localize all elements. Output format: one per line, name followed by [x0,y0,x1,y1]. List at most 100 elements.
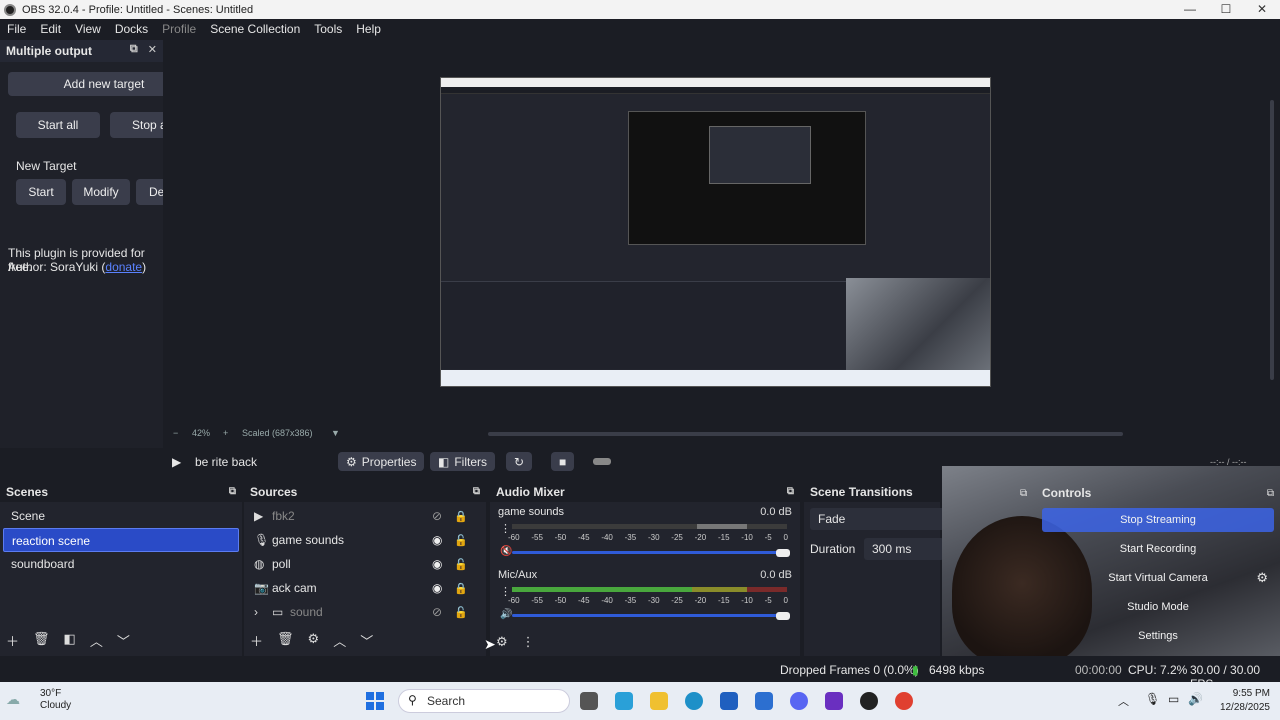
volume-slider[interactable] [512,551,780,554]
network-icon[interactable]: ▭ [1168,692,1179,706]
muted-speaker-icon[interactable]: 🔇 [500,546,512,557]
duration-input[interactable]: 300 ms [864,538,944,560]
taskbar-clock[interactable]: 9:55 PM 12/28/2025 [1220,687,1270,715]
menu-tools[interactable]: Tools [307,22,349,36]
chevron-right-icon[interactable]: › [254,605,272,619]
source-item[interactable]: › ▭ sound ⊘ 🔓 [244,600,486,624]
target-delete-button[interactable]: De [136,179,163,205]
menu-docks[interactable]: Docks [108,22,155,36]
float-dock-icon[interactable]: ⧉ [130,43,138,56]
float-dock-icon[interactable]: ⧉ [473,486,480,497]
start-virtual-camera-button[interactable]: Start Virtual Camera [1042,566,1274,590]
eye-icon[interactable]: ◉ [432,581,442,595]
source-item[interactable]: ▶ fbk2 ⊘ 🔒 [244,504,486,528]
virtual-camera-settings-icon[interactable]: ⚙ [1256,570,1268,586]
volume-slider[interactable] [512,614,780,617]
trash-icon[interactable]: 🗑 [277,631,294,650]
file-explorer-icon[interactable] [650,692,668,710]
speaker-icon[interactable]: 🔊 [500,609,512,620]
scene-item[interactable]: Scene [3,504,239,528]
edge-icon[interactable] [685,692,703,710]
start-button[interactable] [366,692,384,710]
tray-chevron-icon[interactable]: ︿ [1118,693,1129,709]
zoom-in-icon[interactable]: + [223,428,228,438]
zoom-out-icon[interactable]: − [173,428,178,438]
filters-icon[interactable]: ◧ [64,631,76,650]
eye-hidden-icon[interactable]: ⊘ [432,509,442,523]
trash-icon[interactable]: 🗑 [33,631,50,650]
float-dock-icon[interactable]: ⧉ [787,486,794,497]
volume-icon[interactable]: 🔊 [1188,692,1203,706]
float-dock-icon[interactable]: ⧉ [1020,488,1027,499]
lock-icon[interactable]: 🔓 [454,534,468,547]
lock-icon[interactable]: 🔒 [454,510,468,523]
lock-icon[interactable]: 🔒 [454,582,468,595]
transition-select[interactable]: Fade [810,508,950,530]
menu-file[interactable]: File [0,22,33,36]
target-modify-button[interactable]: Modify [72,179,130,205]
stop-streaming-button[interactable]: Stop Streaming [1042,508,1274,532]
target-start-button[interactable]: Start [16,179,66,205]
studio-mode-button[interactable]: Studio Mode [1042,595,1274,619]
taskbar-search[interactable]: Search [398,689,570,713]
volume-slider-handle[interactable] [776,612,790,620]
obs-icon[interactable] [860,692,878,710]
eye-icon[interactable]: ◉ [432,557,442,571]
app-icon[interactable] [825,692,843,710]
minimize-button[interactable]: — [1172,0,1208,19]
add-new-target-button[interactable]: Add new target [8,72,163,96]
eye-hidden-icon[interactable]: ⊘ [432,605,442,619]
chevron-up-icon[interactable]: ︿ [90,631,103,650]
start-recording-button[interactable]: Start Recording [1042,537,1274,561]
add-icon[interactable]: ＋ [250,631,263,650]
media-progress-bar[interactable] [593,458,611,465]
properties-button[interactable]: ⚙ Properties [338,452,425,471]
start-all-button[interactable]: Start all [16,112,100,138]
settings-button[interactable]: Settings [1042,624,1274,648]
preview-horizontal-scrollbar[interactable] [488,432,1123,436]
filters-button[interactable]: ◧ Filters [430,452,496,471]
donate-link[interactable]: donate [105,260,142,274]
close-button[interactable]: ✕ [1244,0,1280,19]
add-icon[interactable]: ＋ [6,631,19,650]
discord-icon[interactable] [790,692,808,710]
menu-help[interactable]: Help [349,22,388,36]
chevron-down-icon[interactable]: ﹀ [117,631,130,650]
float-dock-icon[interactable]: ⧉ [1267,488,1274,499]
mixer-menu-icon[interactable]: ⋮ [522,634,535,650]
stop-all-button[interactable]: Stop a [110,112,163,138]
source-item[interactable]: ◍ poll ◉ 🔓 [244,552,486,576]
chevron-down-icon[interactable]: ﹀ [360,631,373,650]
microphone-icon[interactable]: 🎙 [1145,692,1160,706]
app-icon[interactable] [615,692,633,710]
scene-item[interactable]: soundboard [3,552,239,576]
stop-icon[interactable]: ■ [551,452,575,471]
source-item[interactable]: 📷 ack cam ◉ 🔒 [244,576,486,600]
zoom-dropdown-icon[interactable]: ▼ [331,428,340,438]
scene-item-selected[interactable]: reaction scene [3,528,239,552]
play-icon[interactable]: ▶ [172,452,181,471]
chrome-icon[interactable] [895,692,913,710]
preview-area[interactable] [163,40,1280,428]
restart-icon[interactable]: ↻ [506,452,533,471]
weather-widget[interactable]: 30°F Cloudy [22,688,71,712]
volume-slider-handle[interactable] [776,549,790,557]
menu-view[interactable]: View [68,22,108,36]
menu-scene-collection[interactable]: Scene Collection [203,22,307,36]
task-view-icon[interactable] [580,692,598,710]
gear-icon[interactable]: ⚙ [308,631,320,650]
preview-vertical-scrollbar[interactable] [1270,100,1274,380]
chevron-up-icon[interactable]: ︿ [333,631,346,650]
mixer-settings-icon[interactable]: ⚙ [496,634,508,650]
float-dock-icon[interactable]: ⧉ [229,486,236,497]
lock-icon[interactable]: 🔓 [454,606,468,619]
lock-icon[interactable]: 🔓 [454,558,468,571]
menu-edit[interactable]: Edit [33,22,68,36]
store-icon[interactable] [720,692,738,710]
maximize-button[interactable]: ☐ [1208,0,1244,19]
source-item[interactable]: 🎙 game sounds ◉ 🔓 [244,528,486,552]
close-dock-icon[interactable]: ✕ [148,43,157,56]
eye-icon[interactable]: ◉ [432,533,442,547]
preview-canvas[interactable] [440,77,991,387]
menu-profile[interactable]: Profile [155,22,203,36]
